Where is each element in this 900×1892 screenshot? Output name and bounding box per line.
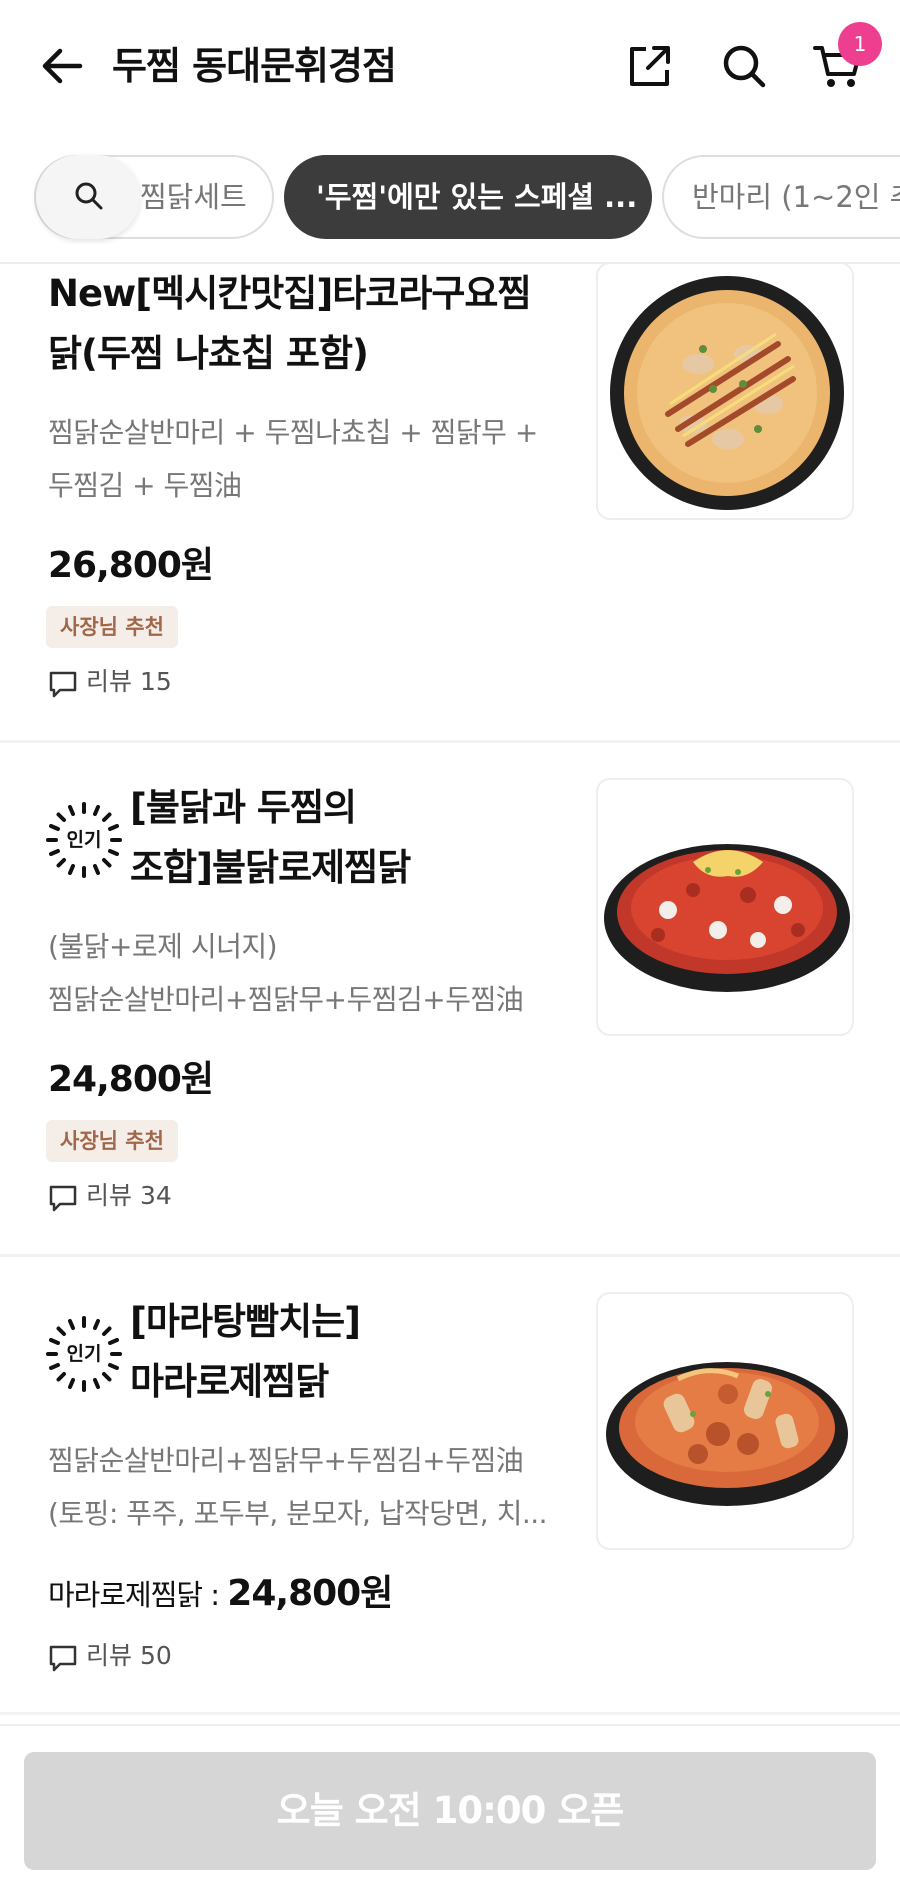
menu-item-price: 마라로제찜닭 : 24,800원 — [48, 1573, 393, 1614]
menu-item-title: [마라탕빰치는] 마라로제찜닭 — [130, 1300, 361, 1403]
menu-item[interactable]: 인기 [마라탕빰치는] 마라로제찜닭 찜닭순살반마리+찜닭무+두찜김+두찜油 (… — [0, 1292, 900, 1712]
category-chips: 찜닭세트 '두찜'에만 있는 스페셜 ... 반마리 (1~2인 추천) — [0, 150, 900, 244]
divider — [0, 1712, 900, 1715]
popular-badge-label: 인기 — [66, 1343, 102, 1365]
menu-item-description: (불닭+로제 시너지) 찜닭순살반마리+찜닭무+두찜김+두찜油 — [48, 930, 524, 1016]
menu-item-price: 24,800원 — [48, 1059, 214, 1100]
menu-item[interactable]: 인기 [불닭과 두찜의 조합]불닭로제찜닭 (불닭+로제 시너지) 찜닭순살반마… — [0, 778, 900, 1254]
divider — [0, 740, 900, 743]
review-bubble-icon — [49, 1645, 77, 1672]
menu-item-description: 찜닭순살반마리 + 두찜나쵸칩 + 찜닭무 + 두찜김 + 두찜油 — [48, 416, 538, 502]
category-chip[interactable]: 반마리 (1~2인 추천) — [662, 155, 900, 239]
menu-item[interactable]: New[멕시칸맛집]타코라구요찜 닭(두찜 나쵸칩 포함) 찜닭순살반마리 + … — [0, 262, 900, 740]
menu-item-price: 26,800원 — [48, 545, 214, 586]
category-chip-active[interactable]: '두찜'에만 있는 스페셜 ... — [284, 155, 652, 239]
search-icon — [75, 182, 103, 210]
back-arrow-icon[interactable] — [36, 40, 88, 92]
divider — [0, 1254, 900, 1257]
menu-item-photo[interactable] — [596, 778, 854, 1036]
share-icon[interactable] — [624, 40, 676, 92]
bottom-action-bar: 오늘 오전 10:00 오픈 — [0, 1724, 900, 1892]
menu-item-photo[interactable] — [596, 262, 854, 520]
menu-item-description: 찜닭순살반마리+찜닭무+두찜김+두찜油 (토핑: 푸주, 포두부, 분모자, 납… — [48, 1444, 548, 1530]
popular-badge-label: 인기 — [66, 829, 102, 851]
menu-item-title: [불닭과 두찜의 조합]불닭로제찜닭 — [130, 786, 411, 889]
menu-search-button[interactable] — [36, 155, 140, 239]
popular-badge-icon: 인기 — [46, 802, 122, 878]
popular-badge-icon: 인기 — [46, 1316, 122, 1392]
review-bubble-icon — [49, 671, 77, 698]
app-header: 두찜 동대문휘경점 1 — [0, 0, 900, 135]
owner-recommend-badge: 사장님 추천 — [46, 606, 178, 648]
search-icon[interactable] — [718, 40, 770, 92]
menu-item-title: New[멕시칸맛집]타코라구요찜 닭(두찜 나쵸칩 포함) — [48, 272, 532, 375]
review-bubble-icon — [49, 1185, 77, 1212]
menu-item-photo[interactable] — [596, 1292, 854, 1550]
order-button-disabled[interactable]: 오늘 오전 10:00 오픈 — [24, 1752, 876, 1870]
cart-count-badge: 1 — [838, 22, 882, 66]
store-title: 두찜 동대문휘경점 — [112, 44, 397, 88]
owner-recommend-badge: 사장님 추천 — [46, 1120, 178, 1162]
